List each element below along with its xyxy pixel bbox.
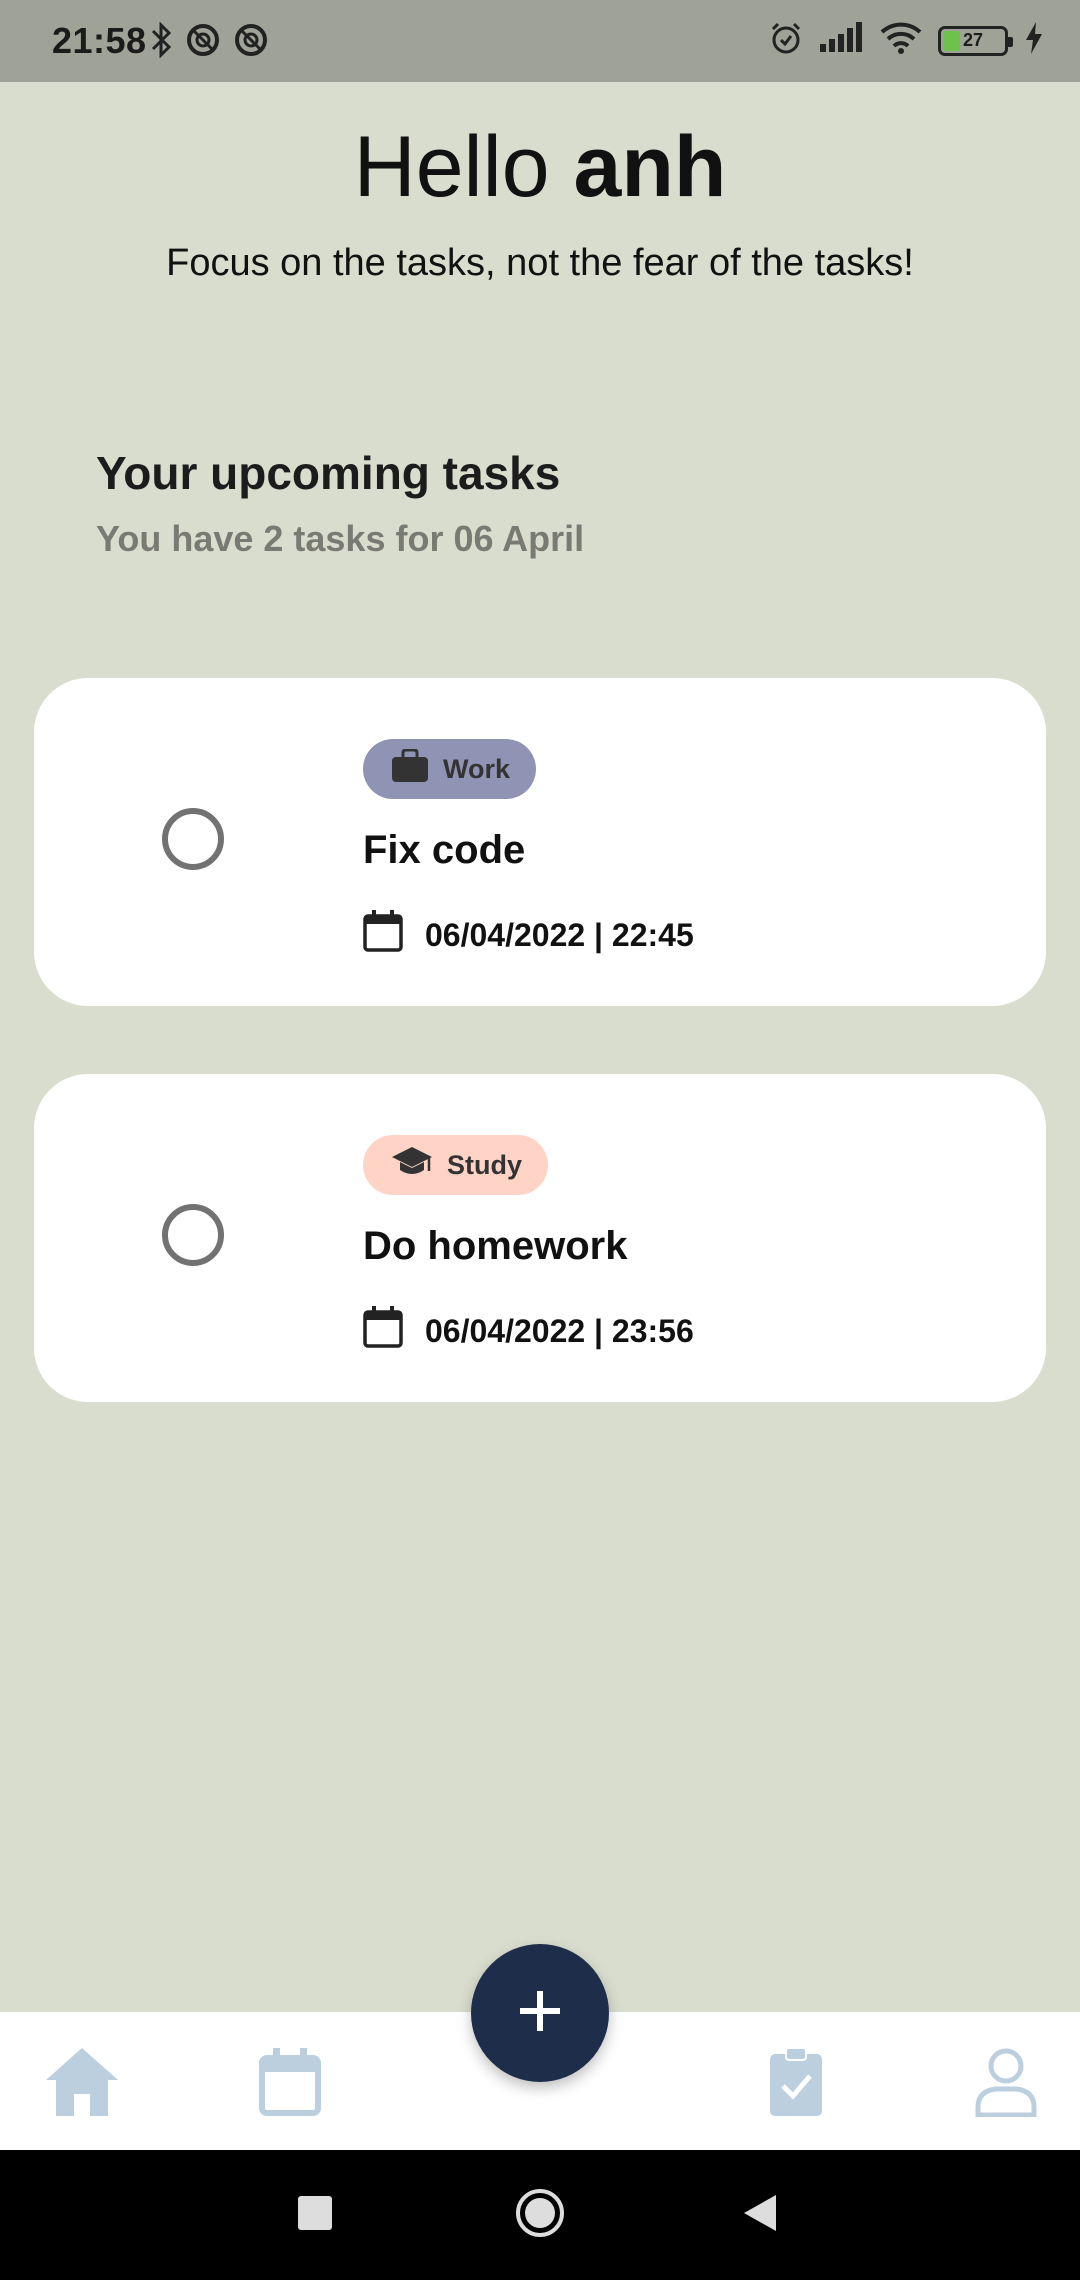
briefcase-icon [391, 748, 429, 790]
status-bar: 21:58 27 [0, 0, 1080, 82]
system-home-button[interactable] [505, 2180, 575, 2250]
calendar-icon [363, 910, 403, 960]
profile-icon [974, 2047, 1038, 2122]
upcoming-tasks-subtitle: You have 2 tasks for 06 April [96, 518, 585, 559]
sync-icon [186, 23, 220, 62]
recent-apps-button[interactable] [280, 2180, 350, 2250]
task-card[interactable]: Work Fix code 06/04/2022 | 22:45 [34, 678, 1046, 1006]
graduation-cap-icon [391, 1145, 433, 1186]
tagline: Focus on the tasks, not the fear of the … [166, 242, 914, 284]
upcoming-tasks-title: Your upcoming tasks [96, 447, 561, 499]
charging-icon [1024, 22, 1044, 59]
battery-icon: 27 [938, 25, 1013, 56]
greeting-text: Hello [353, 119, 550, 215]
status-time: 21:58 [52, 20, 147, 61]
nav-profile[interactable] [966, 2046, 1046, 2122]
system-navigation-bar [0, 2150, 1080, 2280]
alarm-icon [768, 20, 804, 61]
clipboard-check-icon [768, 2046, 824, 2123]
recent-apps-icon [297, 2195, 333, 2236]
calendar-icon [259, 2047, 321, 2121]
task-datetime-text: 06/04/2022 | 22:45 [425, 916, 694, 953]
greeting-heading: Hello anh [0, 118, 1080, 217]
nav-calendar[interactable] [250, 2046, 330, 2122]
add-task-button[interactable] [471, 1944, 609, 2082]
user-name: anh [573, 119, 727, 215]
bluetooth-icon [150, 21, 172, 63]
category-chip: Work [363, 739, 537, 799]
signal-icon [820, 22, 864, 59]
nav-tasks[interactable] [756, 2046, 836, 2122]
task-datetime: 06/04/2022 | 23:56 [363, 1306, 694, 1356]
calendar-icon [363, 1306, 403, 1356]
category-chip: Study [363, 1135, 549, 1195]
category-label: Study [447, 1149, 523, 1180]
task-complete-checkbox[interactable] [162, 1204, 224, 1266]
task-card[interactable]: Study Do homework 06/04/2022 | 23:56 [34, 1074, 1046, 1402]
plus-icon [516, 1987, 564, 2040]
task-complete-checkbox[interactable] [162, 808, 224, 870]
battery-percent: 27 [962, 30, 984, 50]
nav-home[interactable] [42, 2046, 122, 2122]
category-label: Work [443, 753, 511, 784]
back-button[interactable] [725, 2180, 795, 2250]
wifi-icon [880, 22, 922, 59]
back-icon [742, 2193, 778, 2238]
home-icon [44, 2046, 120, 2123]
task-title: Do homework [363, 1224, 628, 1268]
task-title: Fix code [363, 828, 526, 872]
task-datetime: 06/04/2022 | 22:45 [363, 910, 694, 960]
task-datetime-text: 06/04/2022 | 23:56 [425, 1312, 694, 1349]
sync-icon [234, 23, 268, 62]
home-icon [514, 2187, 566, 2244]
